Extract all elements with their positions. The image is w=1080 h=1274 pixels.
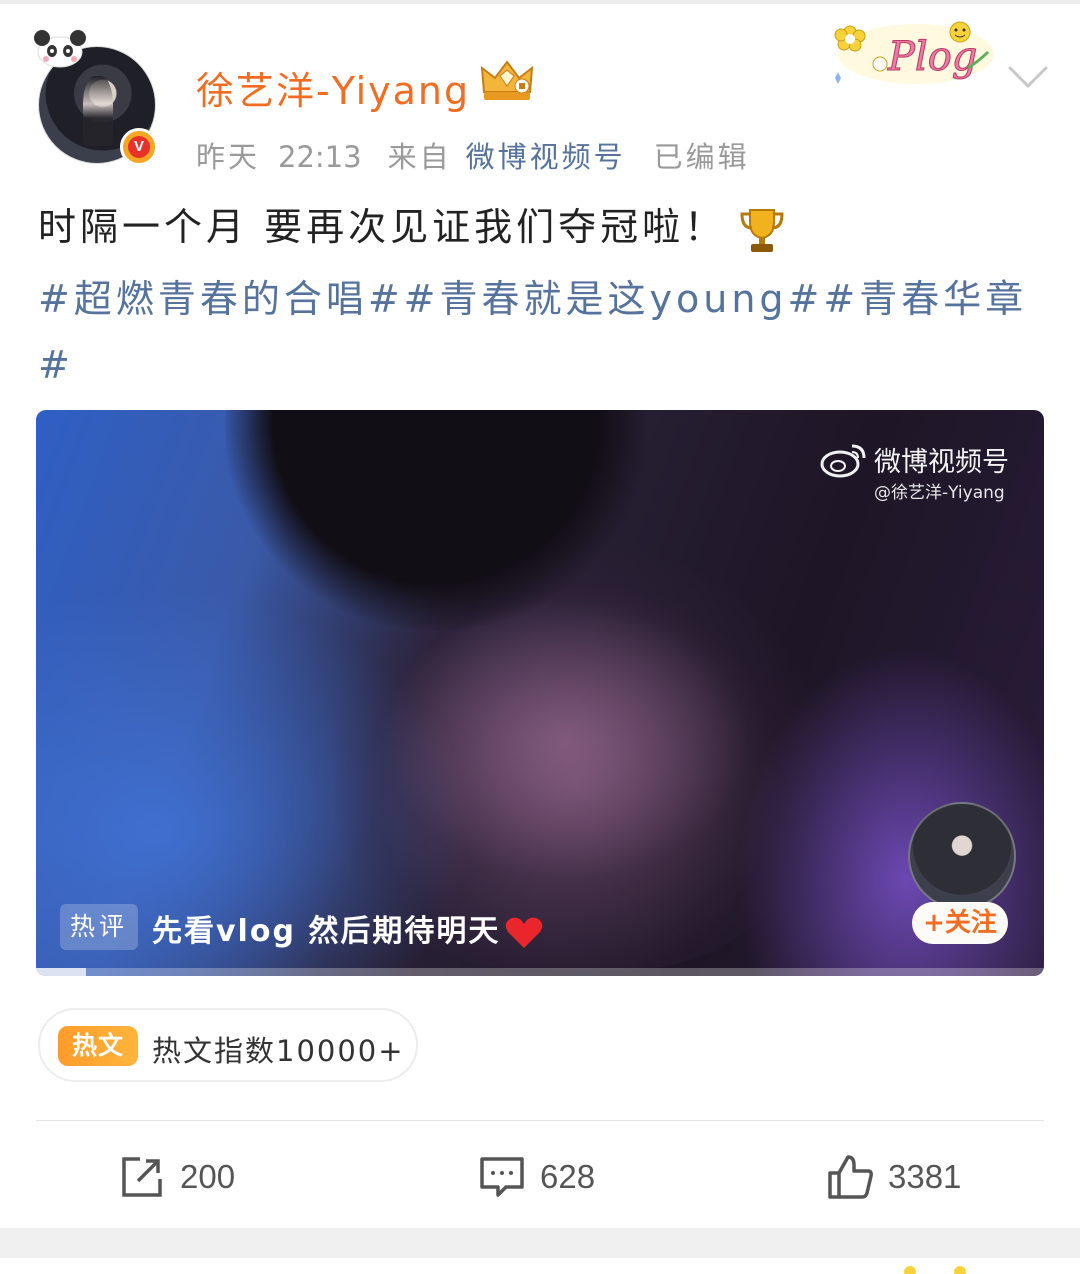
post-card: V 徐艺洋-Yiyang 昨天 22:13 来自 微博视频号 已编辑 Plog 时隔一个… bbox=[0, 0, 1080, 1228]
chevron-down-icon[interactable] bbox=[1006, 62, 1050, 92]
plog-sticker-icon: Plog bbox=[834, 21, 994, 84]
topic-tags[interactable]: #超燃青春的合唱##青春就是这young##青春华章 # bbox=[38, 266, 1038, 398]
comment-button[interactable]: 628 bbox=[478, 1152, 595, 1202]
share-icon bbox=[122, 1157, 162, 1197]
share-button[interactable]: 200 bbox=[118, 1152, 235, 1202]
next-post-sticker-icon bbox=[904, 1266, 966, 1274]
author-avatar[interactable]: V bbox=[34, 30, 158, 166]
post-meta: 昨天 22:13 来自 微博视频号 已编辑 bbox=[196, 134, 750, 176]
top-divider bbox=[0, 0, 1080, 4]
hot-article-pill[interactable]: 热文 热文指数10000+ bbox=[38, 1008, 418, 1082]
topic-line-1[interactable]: #超燃青春的合唱##青春就是这young##青春华章 bbox=[38, 266, 1038, 332]
post-day: 昨天 bbox=[196, 140, 261, 174]
heart-icon bbox=[506, 917, 543, 948]
hot-article-tag: 热文 bbox=[58, 1026, 138, 1066]
post-time: 22:13 bbox=[278, 140, 362, 174]
avatar-figure bbox=[83, 76, 113, 146]
hot-comment[interactable]: 先看vlog 然后期待明天 bbox=[152, 906, 544, 950]
trophy-icon bbox=[740, 208, 784, 252]
like-icon bbox=[828, 1155, 873, 1199]
weibo-logo-icon bbox=[820, 444, 866, 478]
hot-comment-label: 热评 bbox=[60, 904, 139, 950]
video-player[interactable]: 微博视频号 @徐艺洋-Yiyang 热评 先看vlog 然后期待明天 +关注 bbox=[36, 410, 1044, 976]
panda-icon bbox=[34, 30, 86, 68]
share-count: 200 bbox=[180, 1158, 236, 1195]
video-progress-fill bbox=[36, 968, 87, 976]
hot-comment-text: 先看vlog 然后期待明天 bbox=[152, 914, 501, 949]
author-name[interactable]: 徐艺洋-Yiyang bbox=[196, 60, 470, 115]
post-text: 时隔一个月 要再次见证我们夺冠啦！ bbox=[38, 196, 1038, 256]
post-from: 来自 bbox=[387, 140, 452, 174]
follow-button[interactable]: +关注 bbox=[912, 902, 1008, 944]
watermark-title: 微博视频号 bbox=[874, 447, 1009, 478]
video-progress-bar[interactable] bbox=[36, 968, 1044, 976]
verified-mark: V bbox=[128, 136, 150, 158]
verified-badge: V bbox=[120, 128, 158, 166]
like-count: 3381 bbox=[888, 1158, 962, 1195]
actions-divider bbox=[36, 1120, 1044, 1121]
like-button[interactable]: 3381 bbox=[826, 1152, 961, 1202]
creator-mini-avatar[interactable] bbox=[908, 802, 1016, 910]
crown-badge-icon[interactable] bbox=[478, 58, 536, 104]
post-body: 时隔一个月 要再次见证我们夺冠啦！ bbox=[38, 205, 727, 249]
topic-line-2[interactable]: # bbox=[38, 332, 1038, 398]
hot-article-index: 热文指数10000+ bbox=[152, 1034, 405, 1068]
post-source-link[interactable]: 微博视频号 bbox=[466, 140, 626, 174]
edited-label[interactable]: 已编辑 bbox=[654, 140, 750, 174]
comment-icon bbox=[480, 1157, 524, 1197]
comment-count: 628 bbox=[540, 1158, 596, 1195]
watermark-handle: @徐艺洋-Yiyang bbox=[874, 483, 1005, 503]
